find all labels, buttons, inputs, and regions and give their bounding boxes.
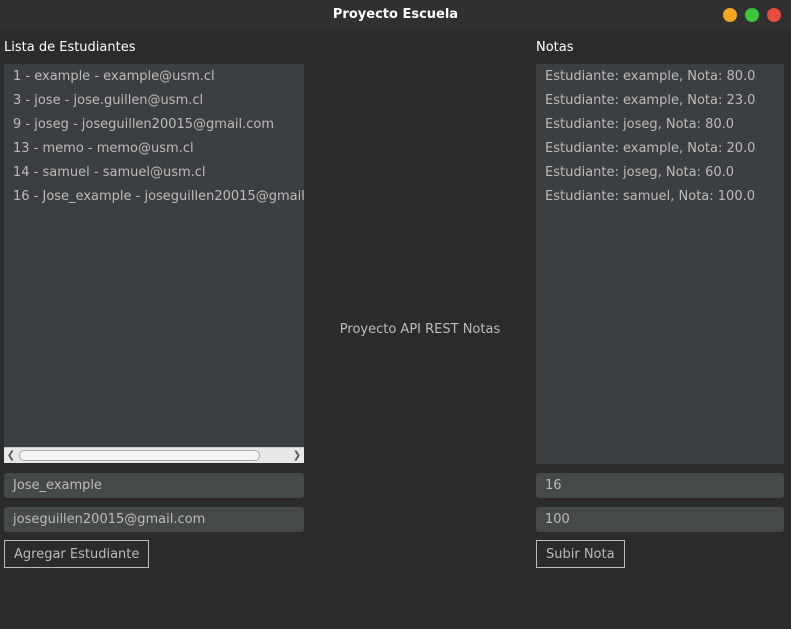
- maximize-button[interactable]: [745, 8, 759, 22]
- scroll-right-icon[interactable]: ❯: [291, 449, 303, 463]
- scrollbar-thumb[interactable]: [19, 450, 260, 461]
- scroll-left-icon[interactable]: ❮: [5, 449, 17, 463]
- student-id-field[interactable]: 16: [536, 473, 784, 498]
- title-bar: Proyecto Escuela: [0, 0, 791, 30]
- grade-list-item[interactable]: Estudiante: joseg, Nota: 60.0: [545, 165, 734, 180]
- grade-list-item[interactable]: Estudiante: example, Nota: 80.0: [545, 69, 755, 84]
- submit-grade-button[interactable]: Subir Nota: [536, 540, 625, 568]
- student-list-item[interactable]: 16 - Jose_example - joseguillen20015@gma…: [13, 189, 304, 204]
- grade-field[interactable]: 100: [536, 507, 784, 532]
- close-button[interactable]: [767, 8, 781, 22]
- student-name-field[interactable]: Jose_example: [4, 473, 304, 498]
- student-list-item[interactable]: 13 - memo - memo@usm.cl: [13, 141, 194, 156]
- student-list-item[interactable]: 1 - example - example@usm.cl: [13, 69, 215, 84]
- grade-list-item[interactable]: Estudiante: example, Nota: 20.0: [545, 141, 755, 156]
- add-student-button[interactable]: Agregar Estudiante: [4, 540, 150, 568]
- grade-list-item[interactable]: Estudiante: example, Nota: 23.0: [545, 93, 755, 108]
- app-description-label: Proyecto API REST Notas: [339, 322, 501, 337]
- students-list[interactable]: 1 - example - example@usm.cl 3 - jose - …: [4, 64, 304, 447]
- student-list-item[interactable]: 14 - samuel - samuel@usm.cl: [13, 165, 206, 180]
- students-horizontal-scrollbar[interactable]: ❮ ❯: [4, 447, 304, 463]
- student-email-field[interactable]: joseguillen20015@gmail.com: [4, 507, 304, 532]
- minimize-button[interactable]: [723, 8, 737, 22]
- student-list-item[interactable]: 9 - joseg - joseguillen20015@gmail.com: [13, 117, 274, 132]
- grade-list-item[interactable]: Estudiante: samuel, Nota: 100.0: [545, 189, 755, 204]
- window-title: Proyecto Escuela: [332, 7, 459, 22]
- grade-list-item[interactable]: Estudiante: joseg, Nota: 80.0: [545, 117, 734, 132]
- students-heading: Lista de Estudiantes: [4, 40, 136, 55]
- student-list-item[interactable]: 3 - jose - jose.guillen@usm.cl: [13, 93, 203, 108]
- grades-heading: Notas: [536, 40, 574, 55]
- grades-list[interactable]: Estudiante: example, Nota: 80.0 Estudian…: [536, 64, 784, 464]
